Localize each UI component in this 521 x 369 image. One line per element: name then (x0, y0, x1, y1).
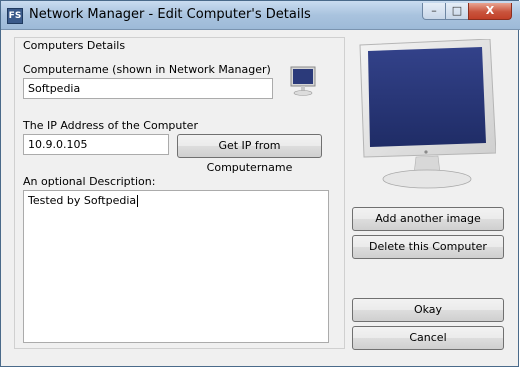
monitor-icon (290, 66, 316, 96)
computername-label: Computername (shown in Network Manager) (23, 63, 271, 76)
computername-input[interactable]: Softpedia (23, 78, 273, 99)
delete-computer-button[interactable]: Delete this Computer (352, 235, 504, 259)
okay-button[interactable]: Okay (352, 298, 504, 322)
description-text: Tested by Softpedia (28, 194, 137, 207)
add-another-image-button[interactable]: Add another image (352, 207, 504, 231)
ip-address-input[interactable]: 10.9.0.105 (23, 134, 169, 155)
title-bar[interactable]: FS Network Manager - Edit Computer's Det… (1, 1, 520, 30)
minimize-button[interactable]: – (422, 3, 446, 20)
description-label: An optional Description: (23, 175, 156, 188)
maximize-button[interactable]: □ (445, 3, 469, 20)
text-caret (137, 195, 139, 207)
monitor-image (359, 39, 496, 189)
get-ip-button[interactable]: Get IP from Computername (177, 134, 322, 174)
group-title: Computers Details (23, 39, 126, 52)
window-title: Network Manager - Edit Computer's Detail… (29, 7, 311, 22)
ip-address-label: The IP Address of the Computer (23, 119, 198, 132)
edit-computer-dialog: FS Network Manager - Edit Computer's Det… (0, 0, 520, 367)
cancel-button[interactable]: Cancel (352, 326, 504, 350)
description-textarea[interactable]: Tested by Softpedia (23, 190, 329, 343)
close-button[interactable]: X (468, 3, 512, 20)
app-icon: FS (7, 8, 23, 24)
